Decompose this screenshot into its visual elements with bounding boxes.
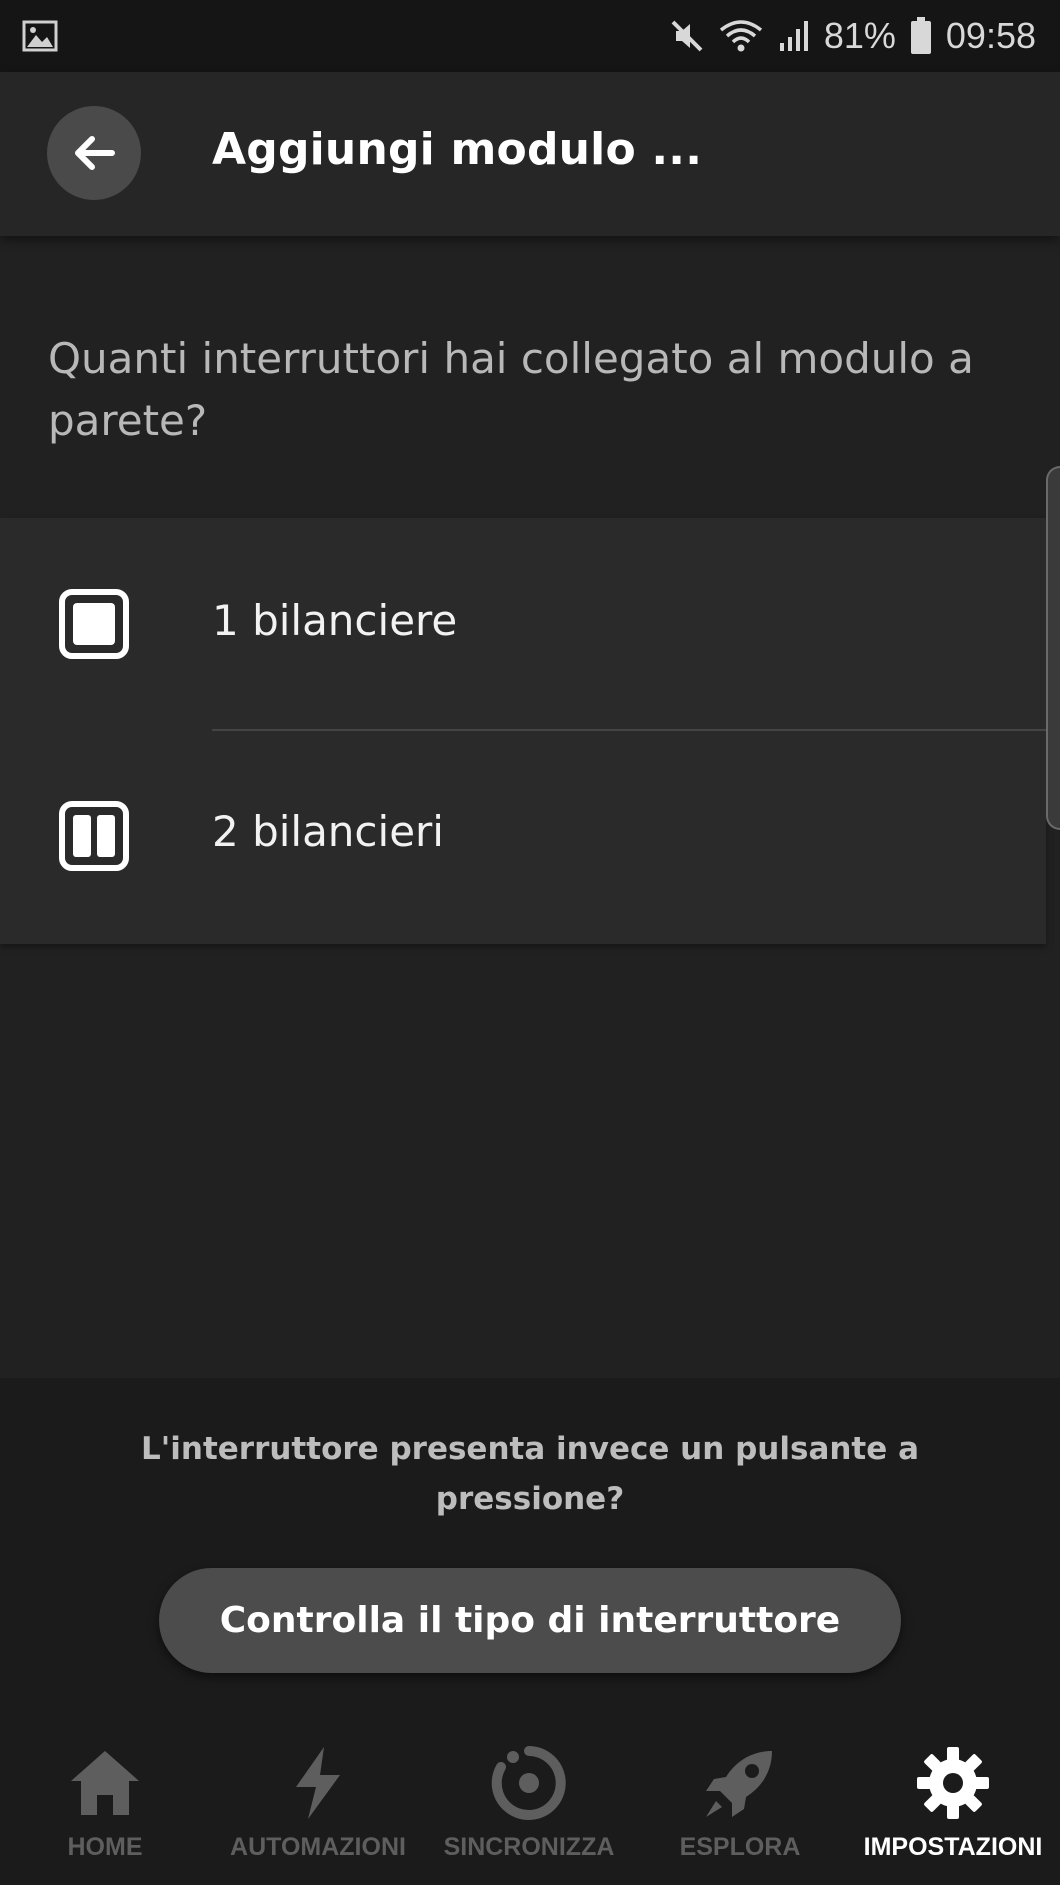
wifi-icon xyxy=(719,20,762,52)
double-rocker-icon xyxy=(59,801,129,871)
page-title: Aggiungi modulo ... xyxy=(212,124,703,175)
arrow-back-icon xyxy=(75,136,115,170)
battery-icon xyxy=(910,17,931,54)
hint-text: L'interruttore presenta invece un pulsan… xyxy=(141,1431,919,1517)
gear-icon xyxy=(917,1747,989,1819)
nav-item-sincronizza[interactable]: SINCRONIZZA xyxy=(429,1728,629,1885)
screen: 81% 09:58 Aggiungi modulo ... Quanti int… xyxy=(0,0,1060,1885)
back-button[interactable] xyxy=(47,106,141,200)
gallery-icon xyxy=(22,20,58,52)
option-label: 1 bilanciere xyxy=(212,596,458,645)
sync-icon xyxy=(491,1746,566,1820)
status-icons: 81% 09:58 xyxy=(670,12,1036,60)
nav-label: HOME xyxy=(67,1833,143,1861)
battery-percent: 81% xyxy=(823,15,896,56)
status-bar: 81% 09:58 xyxy=(0,0,1060,72)
scrollbar[interactable] xyxy=(1046,466,1060,830)
nav-item-automazioni[interactable]: AUTOMAZIONI xyxy=(218,1728,418,1885)
clock: 09:58 xyxy=(945,15,1036,56)
check-switch-type-button[interactable]: Controlla il tipo di interruttore xyxy=(159,1568,901,1673)
app-bar: Aggiungi modulo ... xyxy=(0,72,1060,236)
lightning-icon xyxy=(296,1747,340,1819)
question-text: Quanti interruttori hai collegato al mod… xyxy=(48,334,974,445)
nav-item-home[interactable]: HOME xyxy=(5,1728,205,1885)
bottom-help-area: L'interruttore presenta invece un pulsan… xyxy=(0,1378,1060,1728)
signal-icon xyxy=(779,21,808,51)
nav-label: IMPOSTAZIONI xyxy=(863,1833,1043,1861)
option-2-rockers[interactable]: 2 bilancieri xyxy=(0,731,1046,943)
rocket-icon xyxy=(706,1751,772,1817)
option-1-rocker[interactable]: 1 bilanciere xyxy=(0,518,1046,730)
nav-item-esplora[interactable]: ESPLORA xyxy=(640,1728,840,1885)
mute-icon xyxy=(671,20,703,52)
home-icon xyxy=(71,1751,139,1815)
single-rocker-icon xyxy=(59,589,129,659)
option-label: 2 bilancieri xyxy=(212,807,444,856)
bottom-navigation: HOME AUTOMAZIONI SINCRONIZZA ESPLORA IMP… xyxy=(0,1728,1060,1885)
nav-label: AUTOMAZIONI xyxy=(230,1833,406,1861)
nav-label: ESPLORA xyxy=(679,1833,801,1861)
nav-label: SINCRONIZZA xyxy=(443,1833,615,1861)
options-list: 1 bilanciere 2 bilancieri xyxy=(0,518,1046,944)
nav-item-impostazioni[interactable]: IMPOSTAZIONI xyxy=(853,1728,1053,1885)
